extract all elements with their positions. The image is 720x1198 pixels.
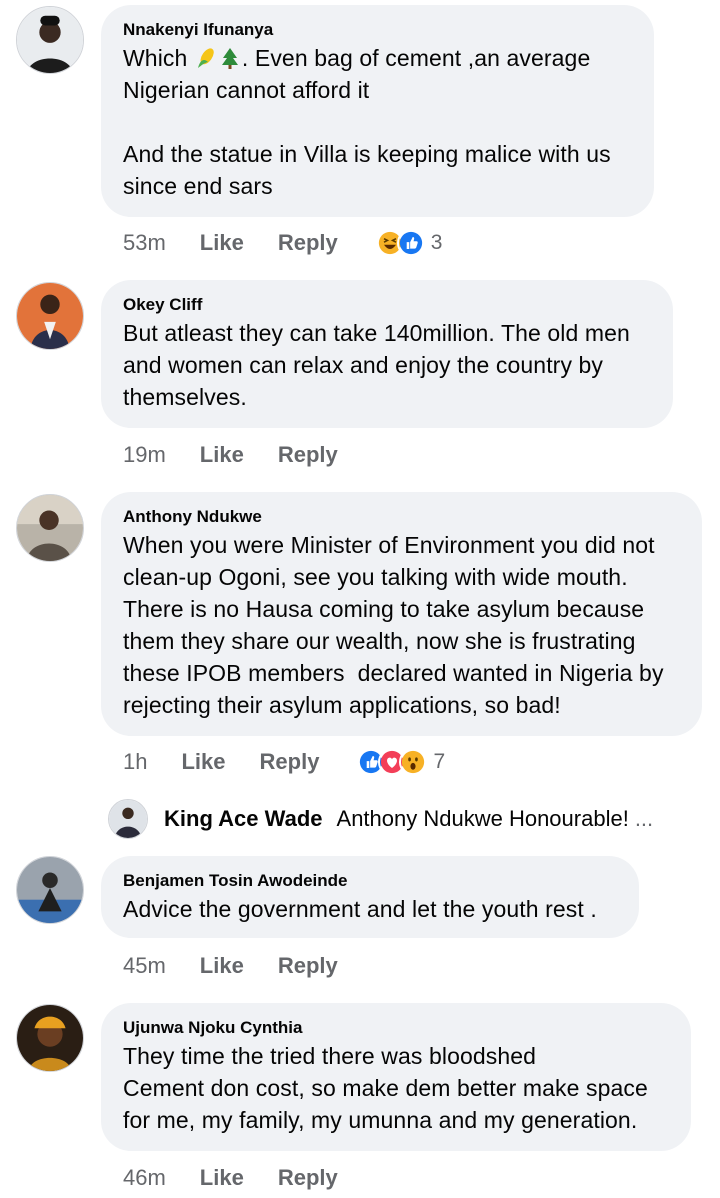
comment-time[interactable]: 46m <box>123 1165 166 1191</box>
avatar[interactable] <box>16 1004 84 1072</box>
reaction-summary[interactable]: 7 <box>357 748 445 776</box>
reply-button[interactable]: Reply <box>278 1165 338 1191</box>
comment-author[interactable]: Ujunwa Njoku Cynthia <box>123 1017 669 1039</box>
reaction-count: 3 <box>430 231 443 254</box>
avatar[interactable] <box>16 494 84 562</box>
like-button[interactable]: Like <box>181 749 225 775</box>
comment-meta: 46m Like Reply <box>123 1163 372 1193</box>
reply-preview[interactable]: King Ace Wade Anthony Ndukwe Honourable!… <box>108 797 708 841</box>
comment-bubble: Anthony Ndukwe When you were Minister of… <box>101 492 702 736</box>
comment-bubble: Benjamen Tosin Awodeinde Advice the gove… <box>101 856 639 938</box>
corn-emoji <box>194 46 218 70</box>
thumbs-up-icon <box>396 229 425 257</box>
avatar[interactable] <box>16 856 84 924</box>
avatar[interactable] <box>16 282 84 350</box>
evergreen-tree-emoji <box>218 46 242 70</box>
comment-meta: 19m Like Reply <box>123 440 372 470</box>
wow-face-icon <box>399 748 428 776</box>
comment-author[interactable]: Okey Cliff <box>123 294 651 316</box>
reaction-summary[interactable]: 3 <box>375 229 443 257</box>
reply-text: Anthony Ndukwe Honourable! <box>336 806 629 831</box>
comment-meta: 53m Like Reply 3 <box>123 228 442 258</box>
comment-time[interactable]: 1h <box>123 749 147 775</box>
reply-button[interactable]: Reply <box>278 953 338 979</box>
comment-meta: 45m Like Reply <box>123 951 372 981</box>
comment-time[interactable]: 53m <box>123 230 166 256</box>
reaction-count: 7 <box>433 750 446 773</box>
like-button[interactable]: Like <box>200 1165 244 1191</box>
comment-text: Which . Even bag of cement ,an average N… <box>123 45 611 199</box>
like-button[interactable]: Like <box>200 230 244 256</box>
comment-text: But atleast they can take 140million. Th… <box>123 320 630 410</box>
reply-button[interactable]: Reply <box>278 442 338 468</box>
reply-button[interactable]: Reply <box>260 749 320 775</box>
comment-text: When you were Minister of Environment yo… <box>123 532 664 718</box>
more-indicator[interactable]: ... <box>635 806 653 832</box>
reply-author[interactable]: King Ace Wade <box>164 806 323 832</box>
like-button[interactable]: Like <box>200 953 244 979</box>
comment-time[interactable]: 45m <box>123 953 166 979</box>
avatar[interactable] <box>16 6 84 74</box>
comment-text: Advice the government and let the youth … <box>123 896 597 922</box>
comment-bubble: Okey Cliff But atleast they can take 140… <box>101 280 673 428</box>
comment-text: They time the tried there was bloodshed … <box>123 1043 648 1133</box>
comment-time[interactable]: 19m <box>123 442 166 468</box>
comment-author[interactable]: Nnakenyi Ifunanya <box>123 19 632 41</box>
comment-bubble: Ujunwa Njoku Cynthia They time the tried… <box>101 1003 691 1151</box>
comment-meta: 1h Like Reply 7 <box>123 747 445 777</box>
comment-author[interactable]: Benjamen Tosin Awodeinde <box>123 870 617 892</box>
avatar[interactable] <box>108 799 148 839</box>
reply-button[interactable]: Reply <box>278 230 338 256</box>
like-button[interactable]: Like <box>200 442 244 468</box>
comment-author[interactable]: Anthony Ndukwe <box>123 506 680 528</box>
comment-bubble: Nnakenyi Ifunanya Which . Even bag of ce… <box>101 5 654 217</box>
